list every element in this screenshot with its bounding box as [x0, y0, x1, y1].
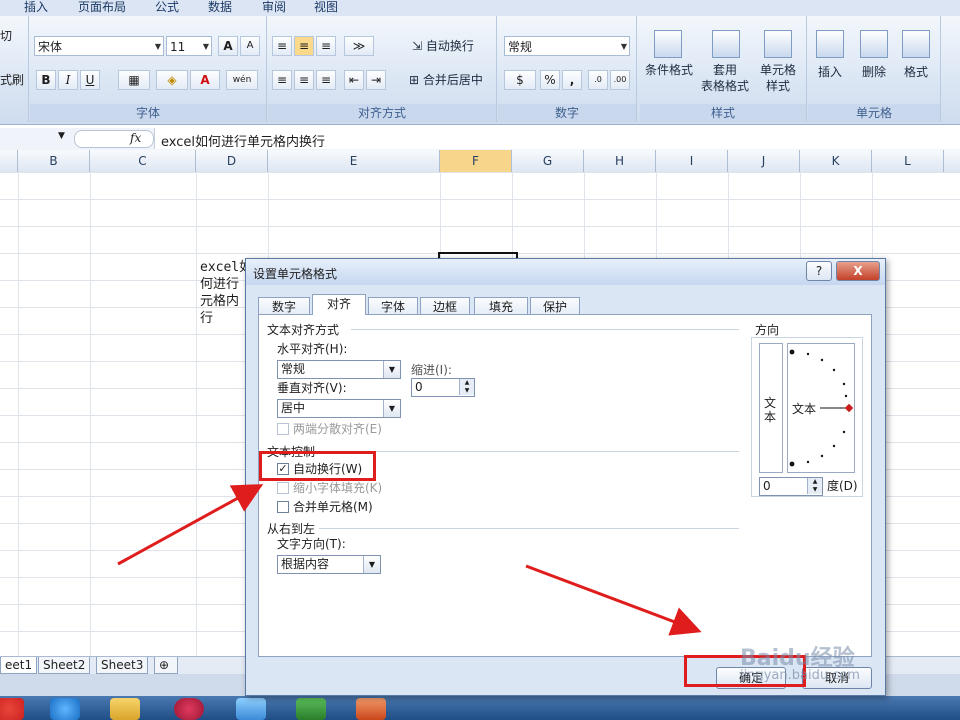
annotation-arrows-icon — [117, 484, 702, 636]
tab-alignment[interactable]: 对齐 — [312, 294, 366, 315]
watermark-url: jingyan.baidu.com — [740, 668, 860, 683]
